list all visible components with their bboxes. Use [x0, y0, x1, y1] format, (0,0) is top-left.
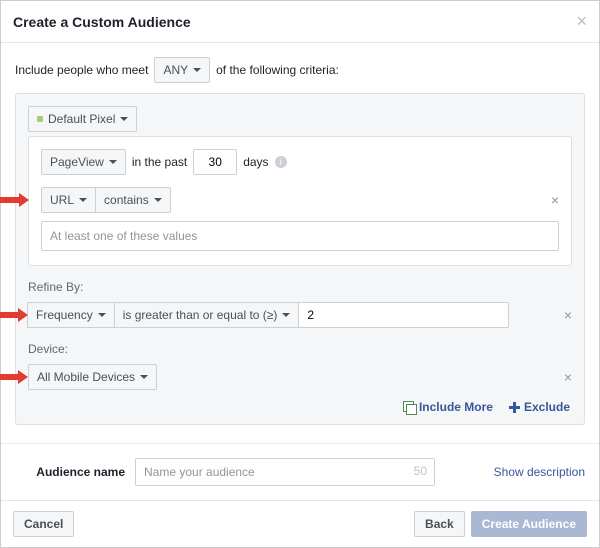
duplicate-icon: [403, 401, 415, 413]
info-icon[interactable]: i: [275, 156, 287, 168]
pixel-status-icon: [37, 116, 43, 122]
frequency-operator-dropdown[interactable]: is greater than or equal to (≥): [114, 302, 300, 328]
annotation-arrow: [0, 308, 28, 322]
back-button[interactable]: Back: [414, 511, 465, 537]
chevron-down-icon: [79, 198, 87, 202]
intro-prefix: Include people who meet: [15, 63, 148, 77]
frequency-value-input[interactable]: [299, 302, 509, 328]
include-exclude-row: Include More Exclude: [30, 400, 570, 414]
modal-title: Create a Custom Audience: [13, 14, 191, 30]
device-dropdown[interactable]: All Mobile Devices: [28, 364, 157, 390]
show-description-link[interactable]: Show description: [494, 465, 585, 479]
criteria-box: Default Pixel PageView in the past days …: [15, 93, 585, 425]
match-type-dropdown[interactable]: ANY: [154, 57, 210, 83]
include-more-link[interactable]: Include More: [403, 400, 493, 414]
chevron-down-icon: [282, 313, 290, 317]
modal-header: Create a Custom Audience ×: [1, 1, 599, 43]
chevron-down-icon: [193, 68, 201, 72]
remove-refine-icon[interactable]: ×: [564, 307, 572, 323]
url-operator-dropdown[interactable]: contains: [95, 187, 171, 213]
event-dropdown[interactable]: PageView: [41, 149, 126, 175]
chevron-down-icon: [120, 117, 128, 121]
event-box: PageView in the past days i URL: [28, 136, 572, 266]
url-values-input[interactable]: [41, 221, 559, 251]
create-audience-modal: Create a Custom Audience × Include peopl…: [0, 0, 600, 548]
remove-rule-icon[interactable]: ×: [551, 192, 559, 208]
pixel-dropdown[interactable]: Default Pixel: [28, 106, 137, 132]
days-input[interactable]: [193, 149, 237, 175]
char-count: 50: [414, 464, 427, 478]
exclude-link[interactable]: Exclude: [509, 400, 570, 414]
audience-name-input[interactable]: [135, 458, 435, 486]
chevron-down-icon: [98, 313, 106, 317]
chevron-down-icon: [140, 375, 148, 379]
modal-body: Include people who meet ANY of the follo…: [1, 43, 599, 433]
days-label: days: [243, 155, 268, 169]
cancel-button[interactable]: Cancel: [13, 511, 74, 537]
event-mid-text: in the past: [132, 155, 187, 169]
modal-footer: Cancel Back Create Audience: [1, 500, 599, 547]
refine-label: Refine By:: [28, 280, 572, 294]
plus-icon: [509, 402, 520, 413]
audience-name-label: Audience name: [15, 465, 125, 479]
remove-device-icon[interactable]: ×: [564, 369, 572, 385]
intro-suffix: of the following criteria:: [216, 63, 339, 77]
device-label: Device:: [28, 342, 572, 356]
criteria-intro: Include people who meet ANY of the follo…: [15, 57, 585, 83]
audience-name-section: Audience name 50 Show description: [1, 443, 599, 500]
close-icon[interactable]: ×: [576, 11, 587, 32]
frequency-row: Frequency is greater than or equal to (≥…: [28, 302, 572, 328]
annotation-arrow: [0, 193, 29, 207]
create-audience-button[interactable]: Create Audience: [471, 511, 587, 537]
chevron-down-icon: [154, 198, 162, 202]
annotation-arrow: [0, 370, 28, 384]
frequency-field-dropdown[interactable]: Frequency: [27, 302, 115, 328]
chevron-down-icon: [109, 160, 117, 164]
url-field-dropdown[interactable]: URL: [41, 187, 96, 213]
